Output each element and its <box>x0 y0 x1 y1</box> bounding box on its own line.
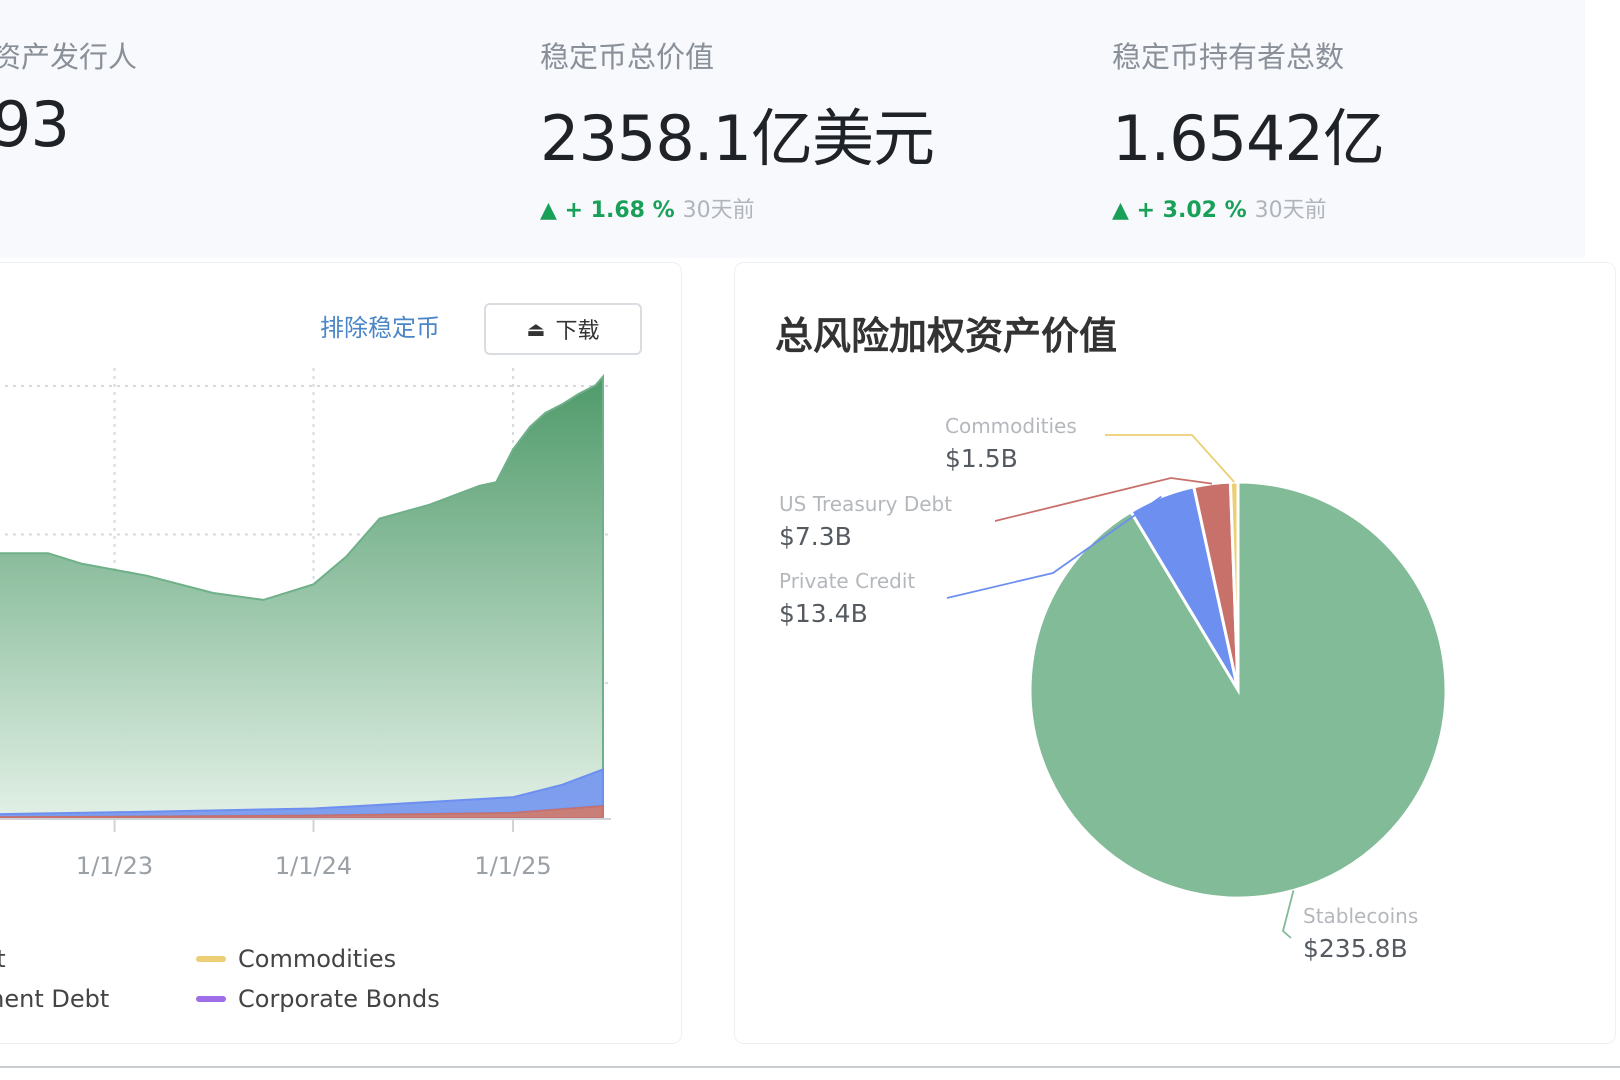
area-chart: 1/1/23 1/1/24 1/1/25 <box>0 368 611 880</box>
stats-band: 资产发行人 93 稳定币总价值 2358.1亿美元 ▲ + 1.68 % 30天前… <box>0 0 1585 258</box>
stat-asset-issuers: 资产发行人 93 <box>0 34 137 161</box>
pie-label-value: $7.3B <box>779 522 852 551</box>
pie-label-name: Stablecoins <box>1303 904 1418 928</box>
legend-swatch <box>196 956 226 962</box>
stat-label: 稳定币持有者总数 <box>1112 40 1345 74</box>
stat-label: 资产发行人 <box>0 40 138 74</box>
change-period: 30天前 <box>682 198 755 223</box>
legend-item: Commodities <box>196 945 396 973</box>
pie-leader-line <box>1281 890 1295 939</box>
change-up-indicator: ▲ + 3.02 % <box>1112 198 1247 223</box>
pie-leader-line <box>1105 434 1235 483</box>
change-up-indicator: ▲ + 1.68 % <box>540 198 675 223</box>
pie-label-value: $1.5B <box>945 444 1018 473</box>
stat-value: 2358.1亿美元 <box>540 102 935 175</box>
divider <box>0 1066 1620 1068</box>
pie-label-value: $13.4B <box>779 599 868 628</box>
stat-value: 1.6542亿 <box>1112 102 1385 175</box>
legend-swatch <box>196 996 226 1002</box>
legend-label: bt <box>0 945 6 973</box>
x-tick-label: 1/1/23 <box>76 852 153 880</box>
pie-label-name: Private Credit <box>779 569 915 593</box>
legend-item: ment Debt <box>0 985 109 1013</box>
pie-label-name: Commodities <box>945 414 1077 438</box>
stat-value: 93 <box>0 88 70 161</box>
x-tick-label: 1/1/24 <box>275 852 352 880</box>
download-icon: ⏏ <box>526 317 546 341</box>
stat-change: ▲ + 1.68 % 30天前 <box>540 192 934 224</box>
legend-label: Commodities <box>238 945 397 973</box>
legend-label: ment Debt <box>0 985 110 1013</box>
stat-change: ▲ + 3.02 % 30天前 <box>1112 192 1384 224</box>
legend-item: bt <box>0 945 6 973</box>
pie-label-name: US Treasury Debt <box>779 492 952 516</box>
change-period: 30天前 <box>1254 198 1327 223</box>
pie-chart: Stablecoins $235.8B Private Credit $13.4B US… <box>779 414 1448 963</box>
download-button[interactable]: ⏏ 下载 <box>484 303 642 355</box>
area-chart-card: 排除稳定币 ⏏ 下载 1/1/23 1/1/24 1/1/25 bt ment De… <box>0 262 682 1044</box>
exclude-stablecoins-link[interactable]: 排除稳定币 <box>320 308 440 343</box>
stat-stablecoin-holders: 稳定币持有者总数 1.6542亿 ▲ + 3.02 % 30天前 <box>1112 34 1385 224</box>
download-label: 下载 <box>555 319 600 344</box>
stat-label: 稳定币总价值 <box>540 40 715 74</box>
legend-item: Corporate Bonds <box>196 985 440 1013</box>
stat-stablecoin-total-value: 稳定币总价值 2358.1亿美元 ▲ + 1.68 % 30天前 <box>540 34 935 224</box>
pie-chart-card: 总风险加权资产价值 Stablecoins $235.8B Private Cred… <box>734 262 1616 1044</box>
pie-label-value: $235.8B <box>1303 934 1408 963</box>
x-tick-label: 1/1/25 <box>474 852 551 880</box>
legend-label: Corporate Bonds <box>238 985 440 1013</box>
